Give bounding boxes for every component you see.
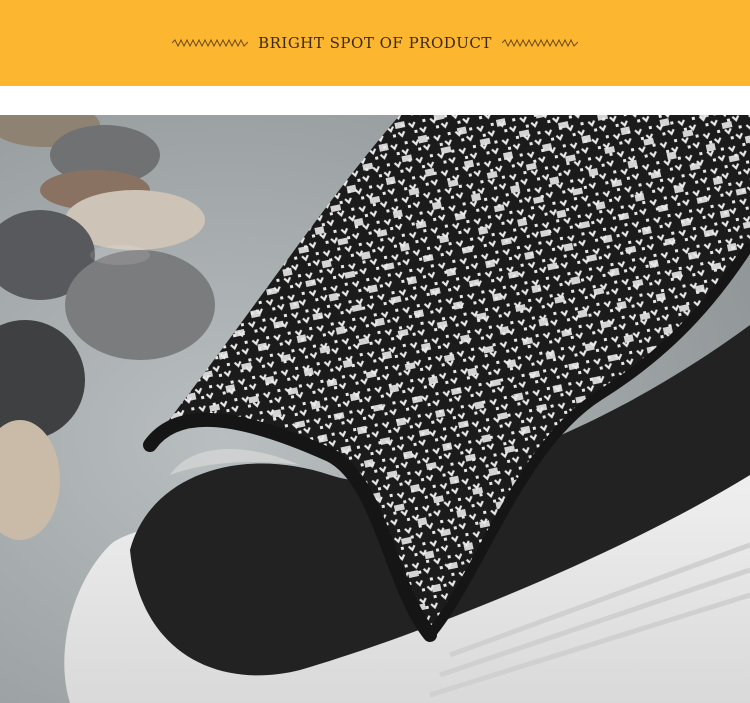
section-banner: BRIGHT SPOT OF PRODUCT [0,0,750,86]
zigzag-line-icon [172,38,249,48]
zigzag-line-icon [501,38,578,48]
knit-sandal-icon [0,115,750,703]
banner-content: BRIGHT SPOT OF PRODUCT [172,34,578,52]
banner-spacer [0,86,750,115]
banner-title: BRIGHT SPOT OF PRODUCT [258,34,492,52]
product-photo [0,115,750,703]
